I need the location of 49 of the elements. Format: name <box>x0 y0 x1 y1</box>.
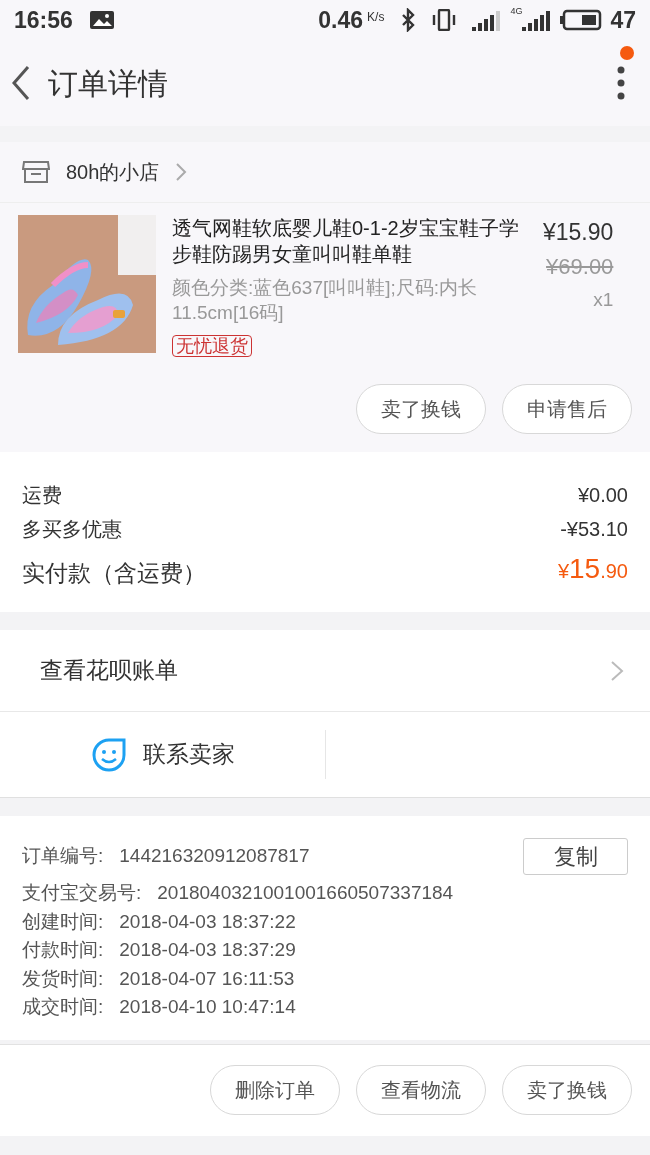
info-label: 发货时间: <box>22 966 104 991</box>
total-amount: ¥15.90 <box>557 552 628 586</box>
signal-icon <box>522 9 553 31</box>
quantity: x1 <box>592 287 614 312</box>
fee-label: 运费 <box>22 483 62 508</box>
product-title[interactable]: 透气网鞋软底婴儿鞋0-1-2岁宝宝鞋子学步鞋防踢男女童叫叫鞋单鞋 <box>172 215 527 267</box>
shop-name[interactable]: 80h的小店 <box>66 157 160 187</box>
action-button[interactable]: 卖了换钱 <box>502 1065 632 1115</box>
back-icon[interactable] <box>10 65 32 101</box>
info-value: 2018040321001001660507337184 <box>157 881 454 905</box>
speed-unit: K/s <box>367 9 385 26</box>
network-speed: 0.46 <box>318 5 364 35</box>
contact-seller-link[interactable]: 联系卖家 <box>142 737 235 772</box>
bill-link[interactable]: 查看花呗账单 <box>40 653 178 688</box>
signal-icon <box>472 9 503 31</box>
info-value: 2018-04-03 18:37:29 <box>119 938 296 962</box>
more-icon[interactable] <box>616 66 626 100</box>
status-time: 16:56 <box>14 5 73 35</box>
info-label: 成交时间: <box>22 995 104 1019</box>
info-label: 支付宝交易号: <box>22 881 142 905</box>
fee-value: ¥0.00 <box>577 483 628 508</box>
info-value: 2018-04-03 18:37:22 <box>119 909 296 934</box>
action-button[interactable]: 申请售后 <box>502 384 632 434</box>
store-icon <box>22 160 50 184</box>
return-tag: 无忧退货 <box>172 335 252 357</box>
fee-value: -¥53.10 <box>560 517 628 542</box>
original-price: ¥69.00 <box>545 252 614 281</box>
page-title: 订单详情 <box>48 65 169 102</box>
total-label: 实付款（含运费） <box>22 558 206 588</box>
chat-face-icon <box>90 736 127 773</box>
image-icon <box>88 10 115 30</box>
info-label: 订单编号: <box>22 844 104 869</box>
info-value: 144216320912087817 <box>119 844 310 869</box>
action-button[interactable]: 删除订单 <box>210 1065 340 1115</box>
battery-icon <box>560 9 603 31</box>
bluetooth-icon <box>400 8 417 32</box>
action-button[interactable]: 查看物流 <box>356 1065 486 1115</box>
fee-label: 多买多优惠 <box>22 517 122 542</box>
action-button[interactable]: 卖了换钱 <box>356 384 486 434</box>
battery-level: 47 <box>610 5 636 35</box>
product-spec: 颜色分类:蓝色637[叫叫鞋];尺码:内长11.5cm[16码] <box>172 276 479 325</box>
vibrate-icon <box>432 9 457 31</box>
info-label: 创建时间: <box>22 909 104 934</box>
product-price: ¥15.90 <box>543 218 614 247</box>
info-value: 2018-04-07 16:11:53 <box>119 966 295 991</box>
network-type: 4G <box>510 5 523 18</box>
info-label: 付款时间: <box>22 938 104 962</box>
copy-button[interactable]: 复制 <box>523 838 628 875</box>
info-value: 2018-04-10 10:47:14 <box>119 995 296 1019</box>
